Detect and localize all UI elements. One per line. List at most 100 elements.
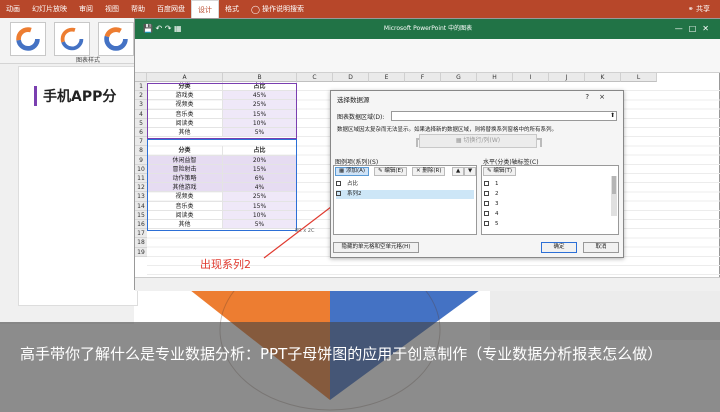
- row-header[interactable]: 5: [135, 118, 147, 128]
- legend-entries-panel: ▦ 添加(A) ✎ 编辑(E) ✕ 删除(R) ▲ ▼ 占比 系列2: [333, 165, 477, 235]
- row-header[interactable]: 17: [135, 229, 147, 239]
- edit-series-label: 编辑(E): [384, 168, 404, 174]
- tab-animation[interactable]: 动画: [0, 0, 26, 18]
- axis-item-2[interactable]: 2: [484, 190, 499, 199]
- move-down-button[interactable]: ▼: [464, 167, 477, 176]
- row-header[interactable]: 11: [135, 174, 147, 184]
- caption-text: 高手带你了解什么是专业数据分析：PPT子母饼图的应用于创意制作（专业数据分析报表…: [20, 345, 663, 363]
- switch-label: 切换行/列(W): [463, 137, 501, 144]
- tab-design[interactable]: 设计: [191, 0, 219, 18]
- column-header[interactable]: H: [477, 73, 513, 82]
- tab-help[interactable]: 帮助: [125, 0, 151, 18]
- column-header[interactable]: F: [405, 73, 441, 82]
- row-header[interactable]: 3: [135, 100, 147, 110]
- checkbox-icon[interactable]: [484, 211, 489, 216]
- share-label: 共享: [696, 5, 710, 13]
- row-header[interactable]: 8: [135, 146, 147, 156]
- series-item-2[interactable]: 系列2: [336, 190, 474, 199]
- column-header[interactable]: I: [513, 73, 549, 82]
- row-header[interactable]: 15: [135, 210, 147, 220]
- corner-cell[interactable]: [135, 73, 147, 82]
- chart-style-thumb-1[interactable]: [10, 22, 46, 56]
- chart-style-thumb-3[interactable]: [98, 22, 134, 56]
- annotation-text: 出现系列2: [200, 258, 251, 271]
- row-header[interactable]: 7: [135, 137, 147, 147]
- column-header[interactable]: A: [147, 73, 223, 82]
- axis-value-2: 2: [495, 191, 499, 197]
- collapse-icon[interactable]: ⬆: [610, 112, 615, 119]
- help-icon[interactable]: ?: [585, 93, 599, 101]
- cancel-button[interactable]: 取消: [583, 242, 619, 253]
- row-header[interactable]: 14: [135, 201, 147, 211]
- close-icon[interactable]: ×: [599, 93, 615, 101]
- axis-item-4[interactable]: 4: [484, 210, 499, 219]
- checkbox-icon[interactable]: [336, 181, 341, 186]
- dialog-controls[interactable]: ?×: [585, 93, 615, 101]
- delete-series-label: 删除(R): [422, 168, 442, 174]
- axis-value-3: 3: [495, 201, 499, 207]
- slide-title: 手机APP分: [34, 86, 116, 106]
- tab-slideshow[interactable]: 幻灯片放映: [26, 0, 73, 18]
- row-header[interactable]: 16: [135, 220, 147, 230]
- edit-series-button[interactable]: ✎ 编辑(E): [374, 167, 408, 176]
- move-up-button[interactable]: ▲: [452, 167, 465, 176]
- axis-item-3[interactable]: 3: [484, 200, 499, 209]
- column-header[interactable]: C: [297, 73, 333, 82]
- lightbulb-icon: ◯: [251, 4, 260, 14]
- range-note: 数据区域因太复杂而无法显示。如果选择新的数据区域，则将替换系列窗格中的所有系列。: [337, 127, 558, 133]
- select-data-source-dialog: 选择数据源 ?× 图表数据区域(D): ⬆ 数据区域因太复杂而无法显示。如果选择…: [330, 90, 624, 258]
- range-input[interactable]: ⬆: [391, 111, 617, 121]
- checkbox-icon[interactable]: [484, 181, 489, 186]
- add-series-button[interactable]: ▦ 添加(A): [335, 167, 370, 176]
- row-header[interactable]: 18: [135, 238, 147, 248]
- column-header[interactable]: K: [585, 73, 621, 82]
- dialog-title: 选择数据源: [337, 96, 370, 104]
- quick-access-icons[interactable]: 💾 ↶ ↷ ▦: [143, 19, 182, 39]
- checkbox-icon[interactable]: [336, 191, 341, 196]
- series-name-1: 占比: [347, 181, 359, 187]
- tab-view[interactable]: 视图: [99, 0, 125, 18]
- column-header[interactable]: L: [621, 73, 657, 82]
- edit-axis-button[interactable]: ✎ 编辑(T): [483, 167, 517, 176]
- column-header[interactable]: J: [549, 73, 585, 82]
- hidden-cells-button[interactable]: 隐藏的单元格和空单元格(H): [333, 242, 419, 253]
- share-button[interactable]: ⚭ 共享: [688, 0, 710, 18]
- add-series-label: 添加(A): [345, 168, 366, 174]
- axis-labels-panel: ✎ 编辑(T) 1 2 3 4 5: [481, 165, 619, 235]
- window-controls[interactable]: —□✕: [675, 19, 715, 39]
- switch-row-column-button[interactable]: ▦ 切换行/列(W): [419, 134, 537, 148]
- tab-review[interactable]: 审阅: [73, 0, 99, 18]
- tell-me-search[interactable]: 操作说明搜索: [262, 4, 304, 14]
- row-header[interactable]: 4: [135, 109, 147, 119]
- column-header[interactable]: G: [441, 73, 477, 82]
- row-header[interactable]: 1: [135, 82, 147, 92]
- range-label: 图表数据区域(D):: [337, 114, 385, 121]
- series-item-1[interactable]: 占比: [336, 180, 358, 189]
- axis-item-1[interactable]: 1: [484, 180, 499, 189]
- axis-value-1: 1: [495, 181, 499, 187]
- row-header[interactable]: 12: [135, 183, 147, 193]
- checkbox-icon[interactable]: [484, 201, 489, 206]
- row-header[interactable]: 9: [135, 155, 147, 165]
- row-header[interactable]: 10: [135, 164, 147, 174]
- column-header[interactable]: D: [333, 73, 369, 82]
- tab-format[interactable]: 格式: [219, 0, 245, 18]
- delete-series-button[interactable]: ✕ 删除(R): [412, 167, 446, 176]
- row-header[interactable]: 13: [135, 192, 147, 202]
- row-header[interactable]: 19: [135, 247, 147, 257]
- tab-baidu-netdisk[interactable]: 百度网盘: [151, 0, 191, 18]
- column-header[interactable]: E: [369, 73, 405, 82]
- checkbox-icon[interactable]: [484, 221, 489, 226]
- series-name-2: 系列2: [347, 191, 362, 197]
- chart-style-thumb-2[interactable]: [54, 22, 90, 56]
- ok-button[interactable]: 确定: [541, 242, 577, 253]
- row-header[interactable]: 2: [135, 91, 147, 101]
- row-header[interactable]: 6: [135, 128, 147, 138]
- checkbox-icon[interactable]: [484, 191, 489, 196]
- axis-value-4: 4: [495, 211, 499, 217]
- excel-title-text: Microsoft PowerPoint 中的图表: [383, 25, 473, 32]
- axis-item-5[interactable]: 5: [484, 220, 499, 229]
- column-header[interactable]: B: [223, 73, 297, 82]
- axis-scrollbar[interactable]: [611, 176, 617, 216]
- selection-range-1: [147, 83, 297, 139]
